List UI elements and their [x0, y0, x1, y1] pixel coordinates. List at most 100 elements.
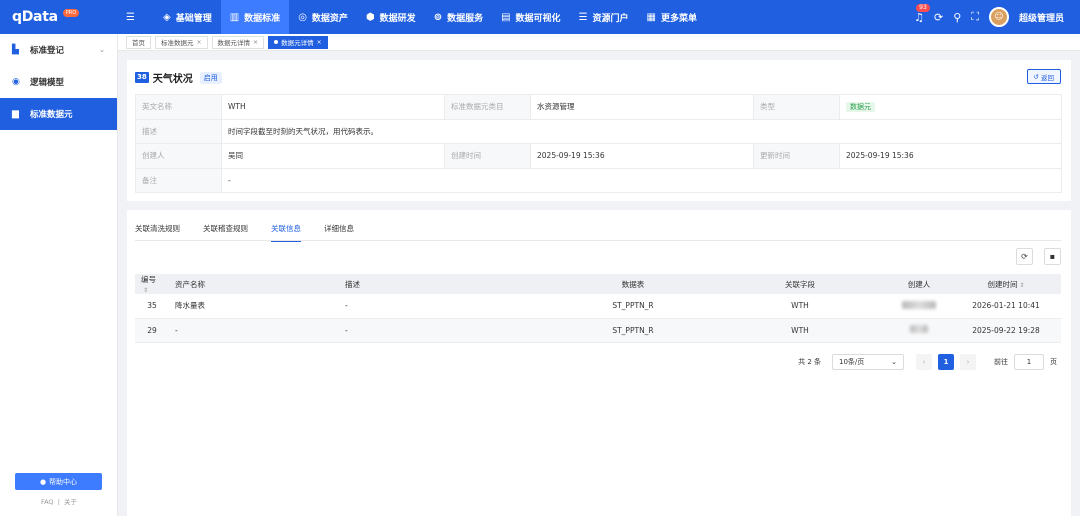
grid-icon: ▪	[1049, 252, 1056, 261]
cell-description: -	[339, 294, 553, 319]
field-label: 描述	[135, 118, 222, 144]
user-name[interactable]: 超级管理员	[1019, 11, 1064, 24]
nav-item-data-dev[interactable]: ⬢ 数据研发	[357, 0, 425, 34]
chart-icon: ▤	[501, 11, 511, 23]
sort-icon[interactable]: ⇕	[1019, 282, 1024, 289]
nav-item-basic[interactable]: ◈ 基础管理	[154, 0, 221, 34]
pro-badge: PRO	[62, 9, 80, 17]
menu-toggle-icon[interactable]: ☰	[126, 12, 140, 23]
column-header-field: 关联字段	[713, 274, 887, 294]
cube-icon: ◈	[163, 11, 171, 23]
field-label: 创建人	[135, 143, 222, 169]
sidebar-item-standard-register[interactable]: ▙ 标准登记 ⌄	[0, 34, 117, 66]
close-icon[interactable]: ×	[197, 39, 202, 46]
help-center-button[interactable]: ● 帮助中心	[15, 473, 102, 490]
nav-item-data-assets[interactable]: ◎ 数据资产	[289, 0, 357, 34]
next-page-button[interactable]: ›	[960, 354, 976, 370]
avatar[interactable]: ☺	[988, 7, 1009, 27]
nav-label: 数据标准	[244, 13, 281, 24]
sidebar-footer-links: FAQ | 关于	[0, 496, 118, 506]
top-navbar: qData PRO ☰ ◈ 基础管理 ▥ 数据标准 ◎ 数据资产 ⬢ 数据研发 ⊚ 数据服…	[0, 0, 1080, 34]
column-header-created-time[interactable]: 创建时间 ⇕	[951, 274, 1061, 294]
active-dot-icon	[274, 40, 279, 44]
field-label: 更新时间	[753, 143, 840, 169]
table-header-row: 编号⇕ 资产名称 描述 数据表 关联字段 创建人 创建时间 ⇕	[135, 274, 1061, 294]
nav-label: 基础管理	[175, 13, 212, 24]
table-row[interactable]: 29 - - ST_PPTN_R WTH 2025-09-22 19:28	[135, 318, 1061, 343]
type-badge: 数据元	[846, 101, 875, 112]
updated-time-value: 2025-09-19 15:36	[839, 143, 1062, 169]
tab-label: 数据元详情	[281, 39, 314, 47]
nav-item-data-standard[interactable]: ▥ 数据标准	[220, 0, 290, 34]
nav-label: 数据可视化	[515, 13, 561, 24]
nav-label: 数据服务	[447, 13, 484, 24]
header-label: 数据表	[621, 279, 645, 289]
tab-element-detail-active[interactable]: 数据元详情 ×	[268, 35, 328, 49]
field-label: 类型	[753, 94, 840, 120]
page-size-value: 10条/页	[839, 358, 865, 366]
columns-button[interactable]: ▪	[1044, 248, 1061, 265]
portal-icon: ☰	[578, 11, 588, 23]
about-link[interactable]: 关于	[64, 498, 77, 506]
faq-link[interactable]: FAQ	[41, 498, 54, 506]
sidebar-item-standard-element[interactable]: ▆ 标准数据元	[0, 98, 117, 130]
creator-value: 吴同	[221, 143, 445, 169]
cell-table: ST_PPTN_R	[553, 294, 713, 319]
close-icon[interactable]: ×	[317, 39, 322, 46]
book-icon: ▥	[229, 11, 240, 23]
nav-label: 更多菜单	[661, 13, 698, 24]
cell-creator	[887, 294, 951, 319]
sidebar: ▙ 标准登记 ⌄ ◉ 逻辑模型 ▆ 标准数据元 ● 帮助中心 FAQ | 关于	[0, 34, 118, 516]
field-label: 创建时间	[444, 143, 531, 169]
tab-standard-element[interactable]: 标准数据元 ×	[155, 35, 208, 49]
header-label: 创建时间	[987, 279, 1018, 289]
refresh-icon[interactable]: ⟳	[934, 11, 943, 24]
header-label: 关联字段	[785, 279, 815, 289]
page-size-select[interactable]: 10条/页 ⌄	[832, 354, 904, 370]
id-badge: 38	[135, 72, 149, 83]
divider	[135, 240, 1061, 241]
page-number-current[interactable]: 1	[938, 354, 954, 370]
target-icon: ◎	[298, 11, 307, 23]
status-badge: 启用	[199, 71, 222, 84]
fullscreen-icon[interactable]: ⛶	[971, 10, 979, 24]
cell-id: 29	[135, 318, 169, 343]
related-info-card: 关联清洗规则 关联稽查规则 关联信息 详细信息 ⟳ ▪ 编号⇕ 资产名称 描述 …	[127, 210, 1071, 516]
cell-created-time: 2025-09-22 19:28	[951, 318, 1061, 343]
model-icon: ◉	[12, 77, 20, 87]
search-icon[interactable]: ⚲	[953, 11, 961, 24]
bell-icon[interactable]: ♫ 93	[914, 3, 930, 24]
close-icon[interactable]: ×	[253, 39, 258, 46]
sort-icon[interactable]: ⇕	[143, 287, 148, 294]
cell-asset-name: 降水量表	[169, 294, 339, 319]
nav-item-more[interactable]: ▦ 更多菜单	[638, 0, 706, 34]
goto-page-input[interactable]: 1	[1014, 354, 1044, 370]
nav-item-data-service[interactable]: ⊚ 数据服务	[425, 0, 492, 34]
prev-page-button[interactable]: ‹	[916, 354, 932, 370]
nav-label: 数据研发	[379, 13, 416, 24]
tab-element-detail[interactable]: 数据元详情 ×	[211, 35, 265, 49]
detail-table: 英文名称 WTH 标准数据元类目 水资源管理 类型 数据元 描述 时间字段截至时…	[135, 94, 1062, 193]
tab-home[interactable]: 首页	[126, 35, 151, 49]
refresh-icon: ⟳	[1021, 252, 1028, 261]
document-icon: ▆	[12, 109, 19, 119]
related-assets-table: 编号⇕ 资产名称 描述 数据表 关联字段 创建人 创建时间 ⇕ 35 降水量表 -…	[135, 274, 1061, 343]
logo[interactable]: qData PRO	[0, 0, 118, 34]
table-row[interactable]: 35 降水量表 - ST_PPTN_R WTH 2026-01-21 10:41	[135, 294, 1061, 319]
nav-item-visualization[interactable]: ▤ 数据可视化	[492, 0, 569, 34]
sidebar-item-label: 标准登记	[30, 46, 65, 56]
nav-item-portal[interactable]: ☰ 资源门户	[570, 0, 638, 34]
refresh-button[interactable]: ⟳	[1016, 248, 1033, 265]
detail-card: 38 天气状况 启用 ↺ 返回 英文名称 WTH 标准数据元类目 水资源管理 类…	[127, 60, 1071, 201]
pagination: 共 2 条 10条/页 ⌄ ‹ 1 › 前往 1 页	[798, 354, 1057, 370]
header-label: 资产名称	[175, 279, 205, 289]
category-value: 水资源管理	[530, 94, 754, 120]
back-button[interactable]: ↺ 返回	[1026, 69, 1061, 84]
page-tabs: 首页 标准数据元 × 数据元详情 × 数据元详情 ×	[118, 34, 1080, 51]
remark-value: -	[221, 167, 1062, 193]
grid-icon: ▦	[646, 11, 656, 23]
redacted-creator	[910, 325, 928, 333]
sidebar-item-logic-model[interactable]: ◉ 逻辑模型	[0, 66, 117, 98]
column-header-id[interactable]: 编号 ⇕	[135, 274, 169, 294]
column-header-asset-name: 资产名称	[169, 274, 339, 294]
